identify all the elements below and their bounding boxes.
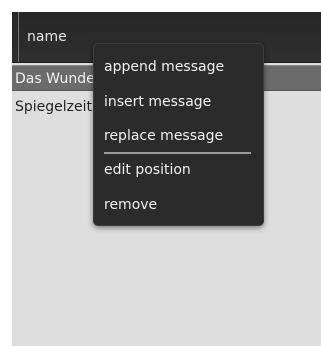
- menu-item-replace-message[interactable]: replace message: [104, 126, 254, 146]
- column-divider[interactable]: [18, 12, 19, 62]
- column-header-name[interactable]: name: [27, 27, 67, 47]
- menu-item-insert-message[interactable]: insert message: [104, 92, 254, 112]
- context-menu: append message insert message replace me…: [93, 43, 264, 226]
- menu-item-remove[interactable]: remove: [104, 195, 254, 215]
- menu-separator: [104, 152, 251, 154]
- menu-item-edit-position[interactable]: edit position: [104, 160, 254, 180]
- menu-item-append-message[interactable]: append message: [104, 57, 254, 77]
